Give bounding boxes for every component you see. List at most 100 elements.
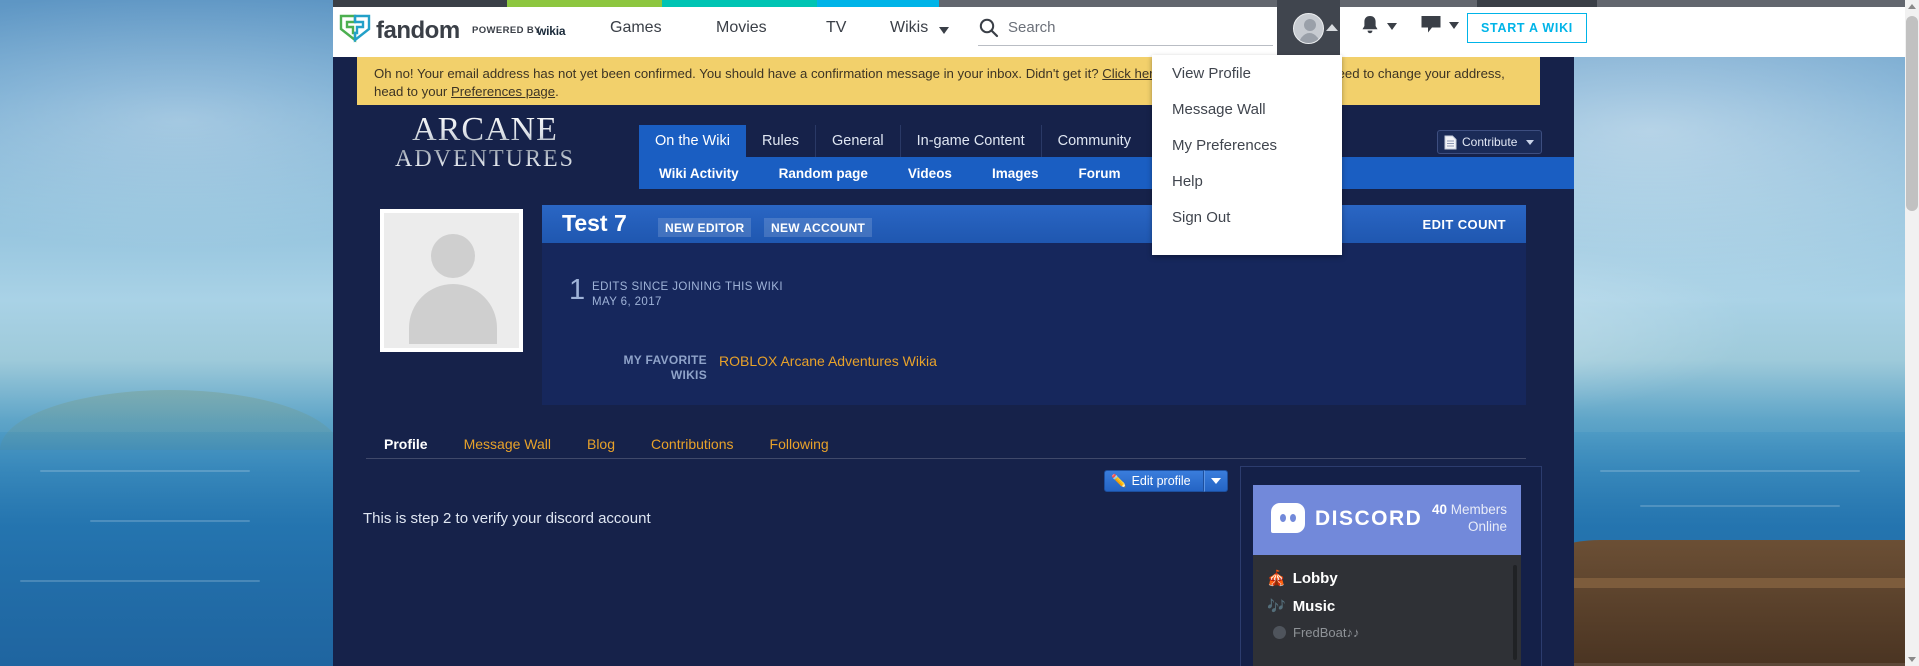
discord-members-online: 40 Members Online [1432,501,1507,535]
discord-member-fredboat: FredBoat♪♪ [1267,625,1521,640]
global-nav-link-wikis[interactable]: Wikis [890,19,928,37]
favorite-wikis-label: MY FAVORITE WIKIS [623,353,707,382]
banner-link-preferences-page[interactable]: Preferences page [451,84,555,99]
page-scrollbar-thumb[interactable] [1906,16,1918,211]
profile-tab-contributions[interactable]: Contributions [633,430,752,458]
fandom-wordmark[interactable]: fandom [376,17,460,45]
discord-channel-lobby[interactable]: 🎪 Lobby [1267,569,1521,588]
wave-line [1600,470,1860,472]
profile-tabs: Profile Message Wall Blog Contributions … [366,428,1166,458]
wiki-logo[interactable]: ARCANE ADVENTURES [360,112,610,174]
chevron-down-icon [1211,478,1221,484]
menu-item-my-preferences[interactable]: My Preferences [1152,127,1342,163]
email-confirmation-banner: Oh no! Your email address has not yet be… [357,57,1540,105]
edit-profile-dropdown-button[interactable] [1204,470,1228,492]
wikia-wordmark: wikia [537,24,566,38]
notifications-chevron-down-icon [1387,23,1397,30]
profile-username: Test 7 [562,210,627,236]
discord-channel-name: Lobby [1292,569,1338,587]
favorite-wiki-link[interactable]: ROBLOX Arcane Adventures Wikia [719,353,937,369]
profile-avatar[interactable] [380,209,523,352]
menu-item-message-wall[interactable]: Message Wall [1152,91,1342,127]
edit-profile-label: Edit profile [1131,474,1191,488]
discord-channel-list[interactable]: 🎪 Lobby 🎶 Music FredBoat♪♪ [1253,555,1521,666]
profile-tab-following[interactable]: Following [752,430,847,458]
notifications-button[interactable] [1360,14,1397,36]
join-date: MAY 6, 2017 [592,296,662,308]
wiki-tab-general[interactable]: General [816,125,901,157]
color-segment-3 [662,0,817,7]
edit-profile-button[interactable]: ✏️ Edit profile [1104,470,1204,492]
search-input[interactable] [1006,18,1256,37]
discord-widget-header: DISCORD 40 Members Online [1253,485,1521,555]
edits-since-label: EDITS SINCE JOINING THIS WIKI [592,281,783,293]
contribute-button[interactable]: Contribute [1437,130,1542,154]
profile-tab-blog[interactable]: Blog [569,430,633,458]
page-scrollbar[interactable] [1905,0,1919,666]
messages-button[interactable] [1420,14,1459,34]
scroll-down-arrow-icon[interactable] [1906,653,1918,665]
global-nav-link-tv[interactable]: TV [826,19,846,37]
wiki-logo-line-1: ARCANE [412,111,558,148]
wiki-sub-nav: Wiki Activity Random page Videos Images … [639,157,1574,189]
wiki-tab-in-game-content[interactable]: In-game Content [901,125,1042,157]
sub-nav-images[interactable]: Images [972,166,1059,181]
wave-line [20,580,260,582]
color-segment-5 [939,0,1477,7]
contribute-label: Contribute [1462,135,1518,149]
wiki-tab-rules[interactable]: Rules [746,125,817,157]
profile-tabs-underline [366,458,1526,459]
menu-item-sign-out[interactable]: Sign Out [1152,199,1342,235]
banner-left-edge [333,57,357,105]
discord-widget: DISCORD 40 Members Online 🎪 Lobby 🎶 Musi… [1253,485,1521,666]
edit-count-link[interactable]: EDIT COUNT [1423,217,1506,232]
color-segment-2 [507,0,662,7]
discord-channel-name: Music [1292,597,1336,615]
user-menu-chevron-up-icon[interactable] [1326,24,1338,31]
edit-count-number: 1 [569,274,586,306]
discord-channel-music[interactable]: 🎶 Music [1267,597,1521,616]
start-a-wiki-button[interactable]: START A WIKI [1467,13,1587,43]
scroll-up-arrow-icon[interactable] [1906,1,1918,13]
menu-item-view-profile[interactable]: View Profile [1152,55,1342,91]
search-icon [979,18,999,37]
wave-line [40,470,250,472]
sub-nav-wiki-activity[interactable]: Wiki Activity [639,166,759,181]
fandom-logo-icon[interactable] [337,13,373,43]
global-nav-link-games[interactable]: Games [610,19,662,37]
discord-logo-icon [1271,503,1305,533]
discord-member-count: 40 [1431,502,1447,517]
chat-bubble-icon [1421,16,1441,33]
color-segment-7 [1597,0,1919,7]
profile-tab-profile[interactable]: Profile [366,430,446,458]
sub-nav-random-page[interactable]: Random page [759,166,888,181]
color-segment-1 [333,0,507,7]
sub-nav-videos[interactable]: Videos [888,166,972,181]
discord-member-name: FredBoat♪♪ [1293,625,1360,640]
menu-item-help[interactable]: Help [1152,163,1342,199]
global-nav-link-movies[interactable]: Movies [716,19,767,37]
profile-tab-message-wall[interactable]: Message Wall [446,430,569,458]
ship-hull [1540,540,1919,666]
wiki-tab-community[interactable]: Community [1042,125,1147,157]
color-segment-4 [817,0,939,7]
user-account-dropdown-menu: View Profile Message Wall My Preferences… [1152,55,1342,255]
musical-notes-icon: 🎶 [1267,598,1286,615]
wave-line [1640,505,1840,507]
ship-plank [1540,578,1919,588]
messages-chevron-down-icon [1449,22,1459,29]
profile-masthead: Test 7 NEW EDITOR NEW ACCOUNT EDIT COUNT [542,205,1526,243]
profile-tag-new-account: NEW ACCOUNT [764,218,873,237]
banner-text-3: . [555,84,559,99]
color-segment-6 [1477,0,1597,7]
discord-wordmark: DISCORD [1315,507,1423,530]
contribute-chevron-down-icon [1526,139,1535,145]
wave-line [90,520,250,522]
discord-scrollbar[interactable] [1513,565,1517,660]
wiki-tab-on-the-wiki[interactable]: On the Wiki [639,125,746,157]
wikis-chevron-down-icon[interactable] [939,27,949,34]
pencil-icon: ✏️ [1111,473,1127,488]
sub-nav-forum[interactable]: Forum [1058,166,1140,181]
discord-online-label: Online [1467,519,1507,534]
search-box[interactable] [978,10,1273,46]
